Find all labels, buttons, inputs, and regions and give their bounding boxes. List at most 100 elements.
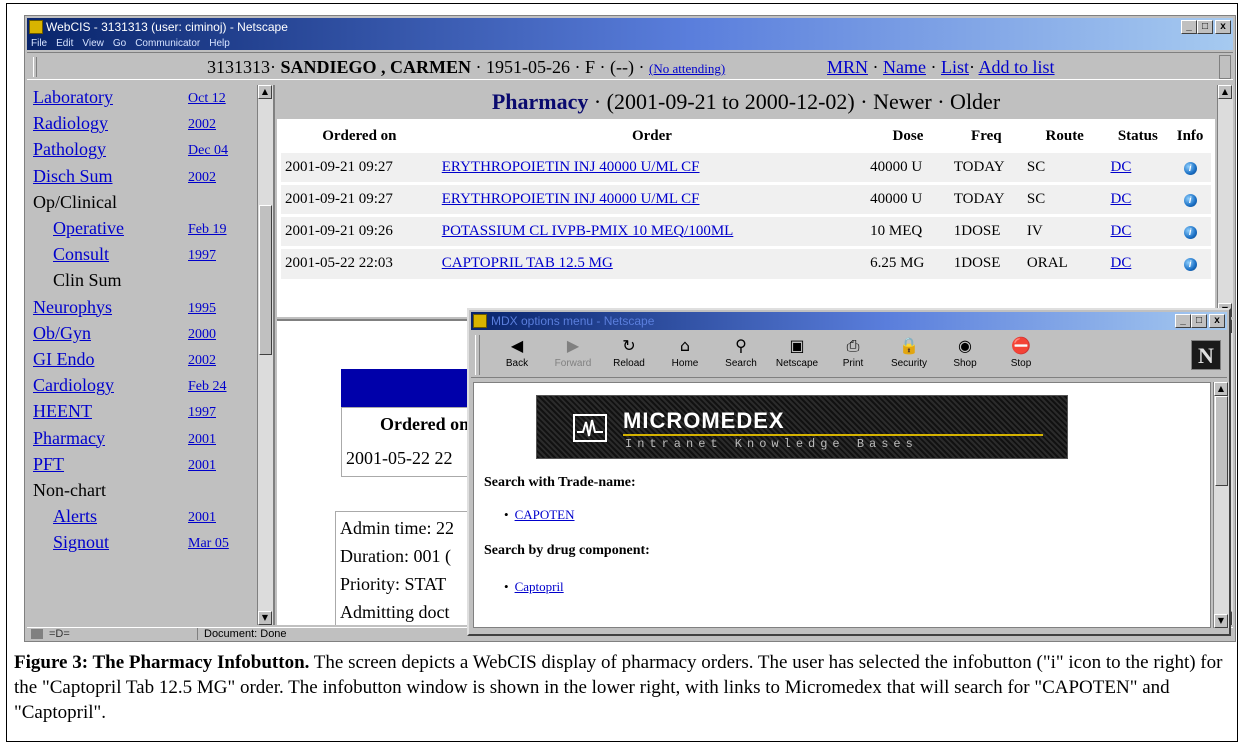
sidebar-item-ob-gyn[interactable]: Ob/Gyn 2000 bbox=[33, 323, 255, 349]
name-link[interactable]: Name bbox=[883, 57, 926, 77]
sidebar-item-date[interactable]: 2001 bbox=[188, 432, 216, 448]
sidebar-item-date[interactable]: 2000 bbox=[188, 327, 216, 343]
nav-scroll-up-icon[interactable]: ▲ bbox=[258, 85, 272, 99]
sidebar-item-gi-endo[interactable]: GI Endo 2002 bbox=[33, 349, 255, 375]
menu-view[interactable]: View bbox=[82, 38, 104, 49]
sidebar-item-consult[interactable]: Consult 1997 bbox=[33, 244, 255, 270]
pharmacy-scrollbar[interactable]: ▲ ▼ bbox=[1217, 85, 1233, 317]
order-cell[interactable]: ERYTHROPOIETIN INJ 40000 U/ML CF bbox=[437, 149, 867, 183]
sidebar-item-heent[interactable]: HEENT 1997 bbox=[33, 401, 255, 427]
sidebar-item-label[interactable]: Pathology bbox=[33, 139, 106, 160]
search-button[interactable]: ⚲ Search bbox=[715, 336, 767, 376]
header-scrollbar[interactable] bbox=[1219, 55, 1231, 79]
sidebar-item-label[interactable]: Consult bbox=[53, 244, 109, 265]
nav-scroll-thumb[interactable] bbox=[259, 205, 272, 355]
netscape-button[interactable]: ▣ Netscape bbox=[771, 336, 823, 376]
main-title-bar[interactable]: WebCIS - 3131313 (user: ciminoj) - Netsc… bbox=[27, 18, 1233, 36]
mrn-link[interactable]: MRN bbox=[827, 57, 868, 77]
sidebar-item-laboratory[interactable]: Laboratory Oct 12 bbox=[33, 87, 255, 113]
back-button[interactable]: ◀ Back bbox=[491, 336, 543, 376]
sidebar-item-operative[interactable]: Operative Feb 19 bbox=[33, 218, 255, 244]
sidebar-item-label[interactable]: Neurophys bbox=[33, 297, 112, 318]
status-link[interactable]: DC bbox=[1110, 159, 1131, 175]
popup-minimize-button[interactable]: _ bbox=[1175, 314, 1191, 328]
info-cell[interactable]: i bbox=[1169, 213, 1211, 247]
stop-button[interactable]: ⛔ Stop bbox=[995, 336, 1047, 376]
popup-scroll-down-icon[interactable]: ▼ bbox=[1214, 614, 1228, 628]
nav-scroll-down-icon[interactable]: ▼ bbox=[258, 611, 272, 625]
popup-scroll-thumb[interactable] bbox=[1215, 396, 1228, 486]
order-link[interactable]: POTASSIUM CL IVPB-PMIX 10 MEQ/100ML bbox=[442, 223, 734, 239]
close-button[interactable]: x bbox=[1215, 20, 1231, 34]
menu-file[interactable]: File bbox=[31, 38, 47, 49]
nav-scrollbar[interactable]: ▲ ▼ bbox=[257, 85, 273, 625]
info-cell[interactable]: i bbox=[1169, 245, 1211, 279]
info-cell[interactable]: i bbox=[1169, 181, 1211, 215]
popup-close-button[interactable]: x bbox=[1209, 314, 1225, 328]
sidebar-item-date[interactable]: 1997 bbox=[188, 405, 216, 421]
sidebar-item-alerts[interactable]: Alerts 2001 bbox=[33, 506, 255, 532]
sidebar-item-date[interactable]: Feb 19 bbox=[188, 222, 227, 238]
print-button[interactable]: ⎙ Print bbox=[827, 336, 879, 376]
sidebar-item-date[interactable]: 2002 bbox=[188, 170, 216, 186]
order-cell[interactable]: ERYTHROPOIETIN INJ 40000 U/ML CF bbox=[437, 181, 867, 215]
order-link[interactable]: CAPTOPRIL TAB 12.5 MG bbox=[442, 255, 613, 271]
sidebar-item-label[interactable]: Laboratory bbox=[33, 87, 113, 108]
popup-scrollbar[interactable]: ▲ ▼ bbox=[1213, 382, 1229, 628]
sidebar-item-label[interactable]: GI Endo bbox=[33, 349, 95, 370]
sidebar-item-label[interactable]: Cardiology bbox=[33, 375, 114, 396]
netscape-logo[interactable]: N bbox=[1191, 340, 1221, 370]
order-cell[interactable]: CAPTOPRIL TAB 12.5 MG bbox=[437, 245, 867, 279]
list-link[interactable]: List bbox=[941, 57, 969, 77]
sidebar-item-radiology[interactable]: Radiology 2002 bbox=[33, 113, 255, 139]
sidebar-item-cardiology[interactable]: Cardiology Feb 24 bbox=[33, 375, 255, 401]
sidebar-item-date[interactable]: 2001 bbox=[188, 458, 216, 474]
sidebar-item-label[interactable]: Operative bbox=[53, 218, 124, 239]
sidebar-item-signout[interactable]: Signout Mar 05 bbox=[33, 532, 255, 558]
capoten-link[interactable]: CAPOTEN bbox=[515, 507, 575, 522]
popup-maximize-button[interactable]: □ bbox=[1191, 314, 1207, 328]
minimize-button[interactable]: _ bbox=[1181, 20, 1197, 34]
order-link[interactable]: ERYTHROPOIETIN INJ 40000 U/ML CF bbox=[442, 191, 700, 207]
captopril-link[interactable]: Captopril bbox=[515, 579, 564, 594]
sidebar-item-label[interactable]: HEENT bbox=[33, 401, 92, 422]
older-link[interactable]: · Older bbox=[937, 89, 1000, 114]
status-cell[interactable]: DC bbox=[1106, 149, 1170, 183]
pharmacy-scroll-up-icon[interactable]: ▲ bbox=[1218, 85, 1232, 99]
security-button[interactable]: 🔒 Security bbox=[883, 336, 935, 376]
sidebar-item-date[interactable]: 2001 bbox=[188, 510, 216, 526]
sidebar-item-label[interactable]: Ob/Gyn bbox=[33, 323, 91, 344]
status-link[interactable]: DC bbox=[1110, 255, 1131, 271]
menu-communicator[interactable]: Communicator bbox=[135, 38, 200, 49]
newer-link[interactable]: · Newer bbox=[860, 89, 931, 114]
maximize-button[interactable]: □ bbox=[1197, 20, 1213, 34]
info-cell[interactable]: i bbox=[1169, 149, 1211, 183]
sidebar-item-date[interactable]: 2002 bbox=[188, 353, 216, 369]
sidebar-item-date[interactable]: Oct 12 bbox=[188, 91, 226, 107]
forward-button[interactable]: ▶ Forward bbox=[547, 336, 599, 376]
status-link[interactable]: DC bbox=[1110, 191, 1131, 207]
status-cell[interactable]: DC bbox=[1106, 213, 1170, 247]
sidebar-item-neurophys[interactable]: Neurophys 1995 bbox=[33, 297, 255, 323]
sidebar-item-pharmacy[interactable]: Pharmacy 2001 bbox=[33, 428, 255, 454]
sidebar-item-pft[interactable]: PFT 2001 bbox=[33, 454, 255, 480]
menu-go[interactable]: Go bbox=[113, 38, 126, 49]
shop-button[interactable]: ◉ Shop bbox=[939, 336, 991, 376]
sidebar-item-date[interactable]: Mar 05 bbox=[188, 536, 229, 552]
order-link[interactable]: ERYTHROPOIETIN INJ 40000 U/ML CF bbox=[442, 159, 700, 175]
sidebar-item-date[interactable]: 2002 bbox=[188, 117, 216, 133]
sidebar-item-date[interactable]: Dec 04 bbox=[188, 143, 228, 159]
toolbar-grip[interactable] bbox=[475, 335, 480, 375]
sidebar-item-label[interactable]: Radiology bbox=[33, 113, 108, 134]
sidebar-item-pathology[interactable]: Pathology Dec 04 bbox=[33, 139, 255, 165]
info-button-icon[interactable]: i bbox=[1183, 225, 1197, 239]
info-button-icon[interactable]: i bbox=[1183, 258, 1197, 272]
add-to-list-link[interactable]: Add to list bbox=[979, 57, 1055, 77]
sidebar-item-label[interactable]: Disch Sum bbox=[33, 166, 113, 187]
sidebar-item-date[interactable]: 1997 bbox=[188, 248, 216, 264]
status-cell[interactable]: DC bbox=[1106, 181, 1170, 215]
info-button-icon[interactable]: i bbox=[1183, 161, 1197, 175]
sidebar-item-label[interactable]: PFT bbox=[33, 454, 64, 475]
popup-scroll-up-icon[interactable]: ▲ bbox=[1214, 382, 1228, 396]
sidebar-item-date[interactable]: 1995 bbox=[188, 301, 216, 317]
